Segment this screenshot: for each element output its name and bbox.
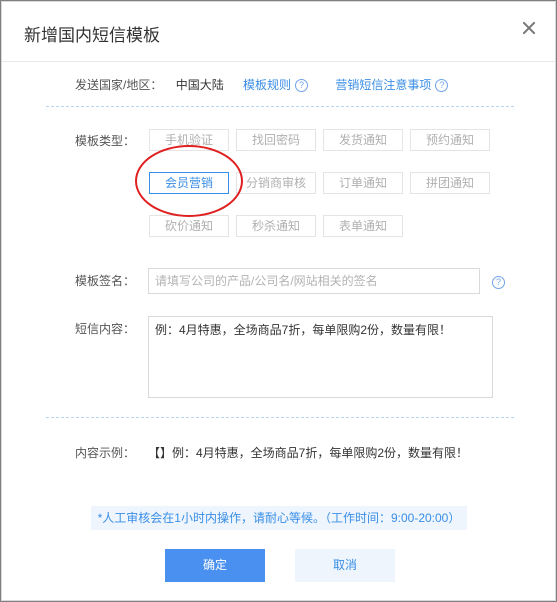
template-option[interactable]: 拼团通知: [410, 172, 490, 194]
template-option[interactable]: 找回密码: [236, 129, 316, 151]
signature-input[interactable]: [148, 268, 480, 294]
content-label: 短信内容：: [75, 322, 136, 336]
template-option[interactable]: 预约通知: [410, 129, 490, 151]
content-textarea[interactable]: 例：4月特惠，全场商品7折，每单限购2份，数量有限！: [148, 316, 493, 398]
dialog-title: 新增国内短信模板: [24, 26, 160, 45]
cancel-button[interactable]: 取消: [295, 549, 395, 582]
close-icon[interactable]: [517, 16, 541, 40]
template-option[interactable]: 表单通知: [323, 215, 403, 237]
confirm-button[interactable]: 确定: [165, 549, 265, 582]
template-option-selected[interactable]: 会员营销: [149, 172, 229, 194]
template-rules-link[interactable]: 模板规则: [243, 78, 291, 92]
marketing-notes-link[interactable]: 营销短信注意事项: [335, 78, 431, 92]
dialog-header: 新增国内短信模板: [2, 2, 555, 62]
template-option[interactable]: 发货通知: [323, 129, 403, 151]
signature-label: 模板签名：: [75, 274, 136, 288]
template-dialog: 新增国内短信模板 发送国家/地区： 中国大陆 模板规则? 营销短信注意事项? 模…: [1, 1, 556, 601]
template-option[interactable]: 订单通知: [323, 172, 403, 194]
country-value: 中国大陆: [175, 78, 224, 92]
help-icon[interactable]: ?: [295, 79, 309, 93]
template-option[interactable]: 分销商审核: [236, 172, 316, 194]
template-option[interactable]: 秒杀通知: [236, 215, 316, 237]
template-type-label: 模板类型：: [75, 134, 136, 148]
template-option[interactable]: 手机验证: [149, 129, 229, 151]
help-icon[interactable]: ?: [492, 276, 505, 289]
help-icon[interactable]: ?: [435, 79, 449, 93]
divider: [46, 106, 514, 107]
divider: [46, 417, 514, 418]
example-text: 【】例：4月特惠，全场商品7折，每单限购2份，数量有限！: [148, 446, 469, 460]
country-row: 发送国家/地区： 中国大陆 模板规则? 营销短信注意事项?: [75, 76, 449, 93]
review-notice: *人工审核会在1小时内操作，请耐心等候。（工作时间：9:00-20:00）: [91, 506, 467, 530]
example-label: 内容示例：: [75, 446, 136, 460]
template-option[interactable]: 砍价通知: [149, 215, 229, 237]
country-label: 发送国家/地区：: [75, 78, 163, 92]
